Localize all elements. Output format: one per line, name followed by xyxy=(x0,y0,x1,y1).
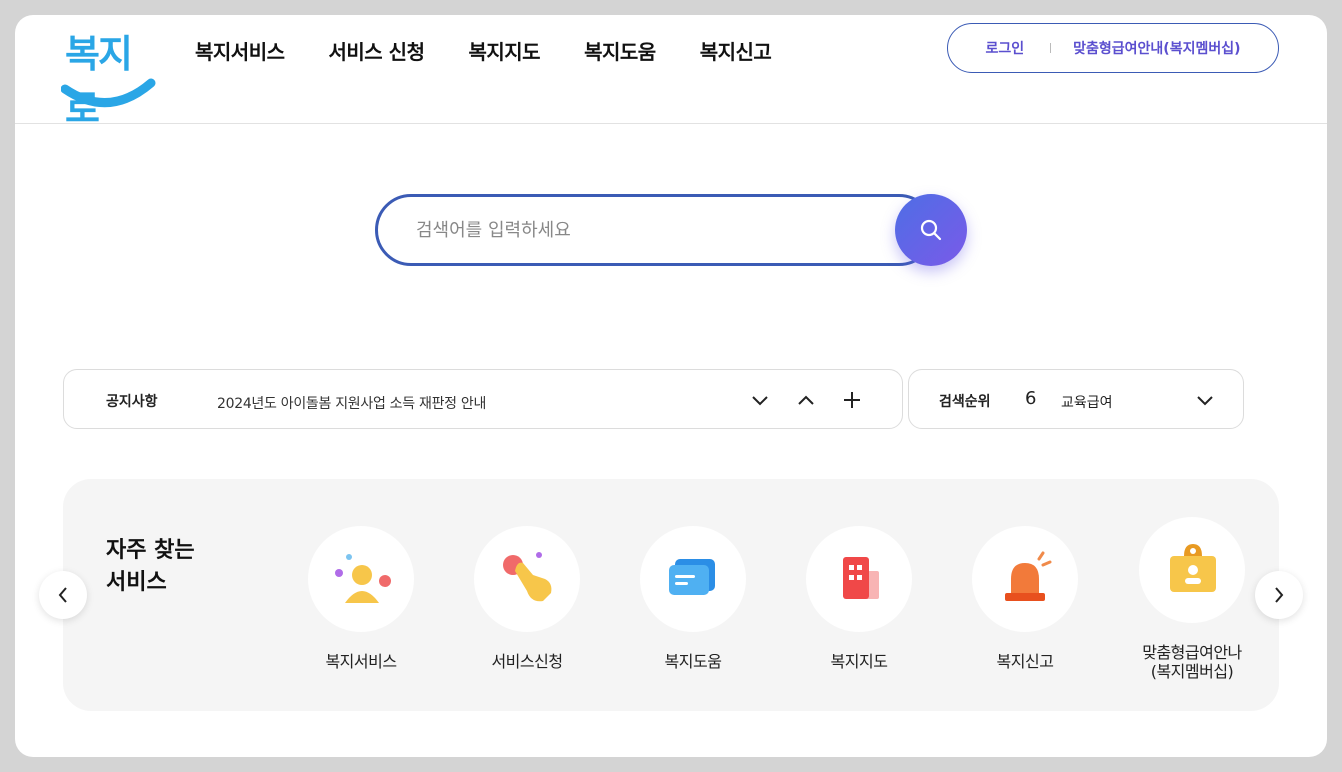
freq-label: 복지지도 xyxy=(830,652,888,671)
freq-label: 복지서비스 xyxy=(325,652,397,671)
membership-link[interactable]: 맞춤형급여안내(복지멤버십) xyxy=(1073,38,1240,58)
nav-service-apply[interactable]: 서비스 신청 xyxy=(329,36,425,65)
freq-label: 맞춤형급여안나 (복지멤버십) xyxy=(1142,643,1242,681)
frequent-services-title: 자주 찾는 서비스 xyxy=(106,535,246,599)
rank-number: 6 xyxy=(1025,388,1037,409)
search-bar xyxy=(375,194,967,266)
chevron-up-icon xyxy=(798,395,814,405)
notice-more-button[interactable] xyxy=(840,388,864,412)
notice-title: 공지사항 xyxy=(106,394,158,410)
notice-next-button[interactable] xyxy=(748,388,772,412)
frequent-title-line2: 서비스 xyxy=(106,570,167,595)
hand-apply-icon xyxy=(503,552,552,602)
freq-label: 서비스신청 xyxy=(491,652,563,671)
chat-help-icon xyxy=(669,559,715,595)
site-header: 복지로 복지서비스 서비스 신청 복지지도 복지도움 복지신고 로그인 맞춤형급… xyxy=(15,15,1327,131)
carousel-prev-button[interactable] xyxy=(39,571,87,619)
chevron-left-icon xyxy=(58,587,67,603)
notice-bar: 공지사항 2024년도 아이돌봄 지원사업 소득 재판정 안내 xyxy=(63,369,903,429)
frequent-services-panel: 자주 찾는 서비스 복지서비스 서비스신청 복지도움 복지지도 복지신고 맞춤형… xyxy=(63,479,1279,711)
rank-expand-button[interactable] xyxy=(1193,388,1217,412)
chevron-right-icon xyxy=(1275,587,1284,603)
freq-icon-circle xyxy=(474,526,580,632)
freq-icon-circle xyxy=(1139,517,1245,623)
notice-link[interactable]: 2024년도 아이돌봄 지원사업 소득 재판정 안내 xyxy=(217,393,486,413)
logo-smile-icon xyxy=(61,78,156,108)
util-divider xyxy=(1050,43,1052,53)
frequent-item-welfare-help[interactable]: 복지도움 xyxy=(618,526,768,671)
frequent-item-welfare-map[interactable]: 복지지도 xyxy=(784,526,934,671)
main-nav: 복지서비스 서비스 신청 복지지도 복지도움 복지신고 xyxy=(195,36,815,65)
carousel-next-button[interactable] xyxy=(1255,571,1303,619)
building-map-icon xyxy=(843,557,879,599)
id-badge-icon xyxy=(1170,544,1216,592)
freq-icon-circle xyxy=(806,526,912,632)
search-input[interactable] xyxy=(375,194,935,266)
siren-report-icon xyxy=(1005,551,1052,601)
plus-icon xyxy=(844,392,860,408)
site-logo[interactable]: 복지로 xyxy=(61,23,157,131)
chevron-down-icon xyxy=(1197,396,1213,406)
freq-icon-circle xyxy=(308,526,414,632)
rank-title: 검색순위 xyxy=(939,394,991,410)
nav-welfare-report[interactable]: 복지신고 xyxy=(700,36,772,65)
header-util-box: 로그인 맞춤형급여안내(복지멤버십) xyxy=(947,23,1279,73)
notice-prev-button[interactable] xyxy=(794,388,818,412)
search-icon xyxy=(920,219,942,241)
nav-welfare-help[interactable]: 복지도움 xyxy=(584,36,656,65)
search-button[interactable] xyxy=(895,194,967,266)
login-link[interactable]: 로그인 xyxy=(986,38,1025,58)
browser-page: 복지로 복지서비스 서비스 신청 복지지도 복지도움 복지신고 로그인 맞춤형급… xyxy=(15,15,1327,757)
rank-keyword[interactable]: 교육급여 xyxy=(1061,392,1113,412)
frequent-item-welfare-service[interactable]: 복지서비스 xyxy=(286,526,436,671)
person-service-icon xyxy=(335,554,391,603)
frequent-title-line1: 자주 찾는 xyxy=(106,538,195,563)
nav-welfare-map[interactable]: 복지지도 xyxy=(468,36,540,65)
search-rank-bar: 검색순위 6 교육급여 xyxy=(908,369,1244,429)
nav-welfare-service[interactable]: 복지서비스 xyxy=(195,36,285,65)
freq-icon-circle xyxy=(972,526,1078,632)
freq-label: 복지신고 xyxy=(996,652,1054,671)
freq-icon-circle xyxy=(640,526,746,632)
frequent-item-membership[interactable]: 맞춤형급여안나 (복지멤버십) xyxy=(1117,517,1267,681)
freq-label: 복지도움 xyxy=(664,652,722,671)
frequent-item-service-apply[interactable]: 서비스신청 xyxy=(452,526,602,671)
frequent-item-welfare-report[interactable]: 복지신고 xyxy=(950,526,1100,671)
chevron-down-icon xyxy=(752,396,768,406)
